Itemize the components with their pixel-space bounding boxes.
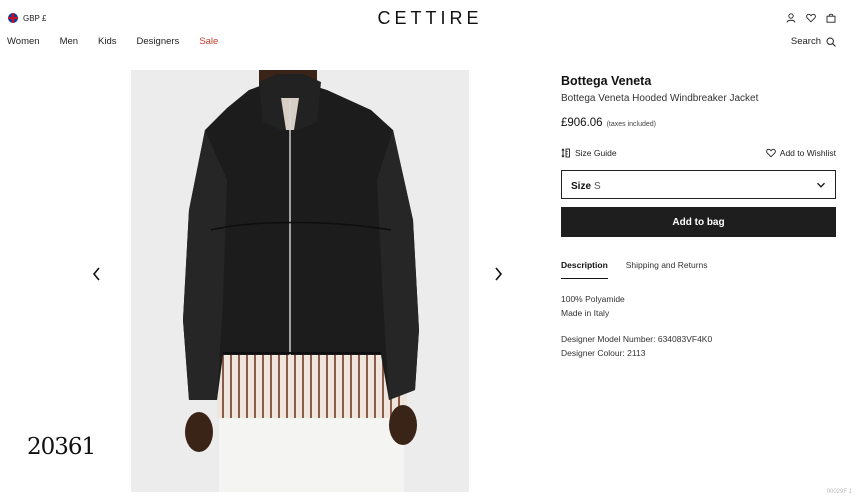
colour-text: Designer Colour: 2113 bbox=[561, 347, 646, 358]
site-logo[interactable]: CETTIRE bbox=[0, 8, 860, 29]
utility-row: Size Guide Add to Wishlist bbox=[561, 148, 836, 158]
nav-men[interactable]: Men bbox=[60, 36, 78, 47]
wishlist-label: Add to Wishlist bbox=[779, 148, 836, 158]
nav-designers[interactable]: Designers bbox=[137, 36, 180, 47]
header: GBP £ CETTIRE Women Men Kids Designers S… bbox=[0, 0, 860, 60]
product-price: £906.06 bbox=[561, 117, 603, 129]
chevron-down-icon bbox=[817, 182, 825, 188]
product-info: Bottega Veneta Bottega Veneta Hooded Win… bbox=[561, 74, 836, 358]
heart-icon bbox=[765, 148, 776, 158]
product-image[interactable] bbox=[131, 70, 469, 492]
description-content: 100% Polyamide Made in Italy Designer Mo… bbox=[561, 293, 712, 360]
search-button[interactable]: Search bbox=[791, 36, 836, 47]
watermark-number: 20361 bbox=[27, 434, 96, 460]
nav-kids[interactable]: Kids bbox=[98, 36, 116, 47]
wishlist-heart-icon[interactable] bbox=[806, 13, 816, 23]
origin-text: Made in Italy bbox=[561, 307, 610, 318]
product-name: Bottega Veneta Hooded Windbreaker Jacket bbox=[561, 93, 759, 104]
ruler-icon bbox=[561, 148, 570, 158]
material-text: 100% Polyamide bbox=[561, 294, 625, 304]
size-select[interactable]: Size S bbox=[561, 170, 836, 199]
main-nav: Women Men Kids Designers Sale bbox=[7, 36, 218, 47]
search-icon bbox=[826, 36, 836, 47]
tax-note: (taxes included) bbox=[606, 121, 656, 128]
size-value: S bbox=[594, 180, 601, 192]
search-label: Search bbox=[790, 36, 821, 47]
chevron-left-icon[interactable] bbox=[90, 265, 104, 283]
add-to-wishlist-button[interactable]: Add to Wishlist bbox=[765, 148, 836, 158]
chevron-right-icon[interactable] bbox=[491, 265, 505, 283]
size-label: Size bbox=[571, 180, 592, 192]
account-icon[interactable] bbox=[786, 13, 796, 23]
product-brand[interactable]: Bottega Veneta bbox=[561, 74, 836, 88]
price-row: £906.06 (taxes included) bbox=[561, 117, 836, 129]
model-number-text: Designer Model Number: 634083VF4K0 bbox=[561, 334, 713, 344]
add-to-bag-button[interactable]: Add to bag bbox=[561, 207, 836, 237]
nav-women[interactable]: Women bbox=[7, 36, 40, 47]
bag-icon[interactable] bbox=[826, 13, 836, 23]
size-guide-link[interactable]: Size Guide bbox=[561, 148, 617, 158]
tab-shipping-returns[interactable]: Shipping and Returns bbox=[626, 260, 708, 279]
product-tabs: Description Shipping and Returns bbox=[561, 260, 708, 279]
corner-mark: 00029F 1 bbox=[826, 489, 852, 495]
tab-description[interactable]: Description bbox=[561, 260, 608, 279]
nav-sale[interactable]: Sale bbox=[199, 36, 218, 47]
size-guide-label: Size Guide bbox=[575, 148, 617, 158]
header-icons bbox=[786, 13, 836, 23]
